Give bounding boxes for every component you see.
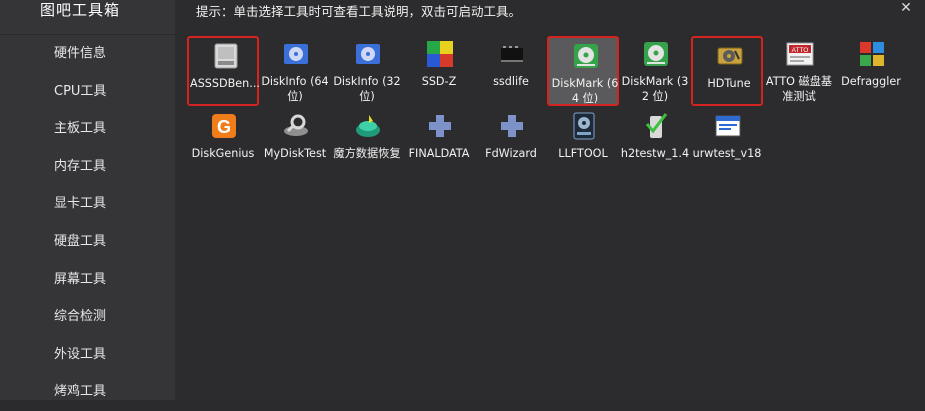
tool-label: 魔方数据恢复 <box>333 147 401 160</box>
sidebar-nav: 硬件信息 CPU工具 主板工具 内存工具 显卡工具 硬盘工具 屏幕工具 综合检测… <box>0 36 175 411</box>
tool-assdbench[interactable]: ASSSDBen... <box>187 36 260 106</box>
tool-ssdlife[interactable]: ssdlife <box>475 36 547 106</box>
puzzle-icon <box>425 111 455 141</box>
app-title: 图吧工具箱 <box>40 1 121 19</box>
sidebar-item-overall-test[interactable]: 综合检测 <box>0 298 175 336</box>
sidebar-item-peripheral-tools[interactable]: 外设工具 <box>0 336 175 374</box>
window-icon <box>713 111 743 141</box>
tool-label: MyDiskTest <box>263 147 327 160</box>
sidebar-item-screen-tools[interactable]: 屏幕工具 <box>0 261 175 299</box>
tool-fdwizard[interactable]: FdWizard <box>475 108 547 178</box>
atto-icon: ATTO <box>785 39 815 69</box>
drive-icon <box>211 41 241 71</box>
tool-label: FINALDATA <box>408 147 470 160</box>
tool-label: DiskInfo (64 位) <box>261 75 329 103</box>
tool-label: ssdlife <box>493 75 529 88</box>
tool-label: Defraggler <box>841 75 901 88</box>
diskinfo-icon <box>353 39 383 69</box>
tool-diskmark-64[interactable]: DiskMark (64 位) <box>547 36 619 106</box>
sidebar-item-hardware-info[interactable]: 硬件信息 <box>0 35 175 73</box>
tool-label: h2testw_1.4 <box>620 147 690 160</box>
check-icon <box>641 111 671 141</box>
puzzle-icon <box>497 111 527 141</box>
recovery-icon <box>353 111 383 141</box>
sidebar-item-stress-tools[interactable]: 烤鸡工具 <box>0 373 175 411</box>
tool-label: DiskMark (64 位) <box>551 77 619 105</box>
tool-label: ATTO 磁盘基准测试 <box>765 75 833 103</box>
tool-label: DiskGenius <box>191 147 255 160</box>
tool-mydisktest[interactable]: MyDiskTest <box>259 108 331 178</box>
tool-label: urwtest_v18 <box>692 147 762 160</box>
diskinfo-icon <box>281 39 311 69</box>
svg-text:ATTO: ATTO <box>792 47 809 54</box>
defrag-icon <box>857 39 887 69</box>
sidebar-item-disk-tools[interactable]: 硬盘工具 <box>0 223 175 261</box>
tool-atto[interactable]: ATTO ATTO 磁盘基准测试 <box>763 36 835 106</box>
sidebar: 图吧工具箱 硬件信息 CPU工具 主板工具 内存工具 显卡工具 硬盘工具 屏幕工… <box>0 0 175 400</box>
tool-diskinfo-32[interactable]: DiskInfo (32 位) <box>331 36 403 106</box>
tool-label: ASSSDBen... <box>190 77 260 90</box>
magnifier-icon <box>281 111 311 141</box>
diskgenius-icon: G <box>209 111 239 141</box>
tool-diskinfo-64[interactable]: DiskInfo (64 位) <box>259 36 331 106</box>
sidebar-item-gpu-tools[interactable]: 显卡工具 <box>0 185 175 223</box>
tool-defraggler[interactable]: Defraggler <box>835 36 907 106</box>
hint-text: 提示：单击选择工具时可查看工具说明，双击可启动工具。 <box>196 4 522 19</box>
tool-finaldata[interactable]: FINALDATA <box>403 108 475 178</box>
tool-diskgenius[interactable]: G DiskGenius <box>187 108 259 178</box>
tool-label: LLFTOOL <box>558 147 608 160</box>
hdd-icon <box>715 41 745 71</box>
diskmark-icon <box>571 41 601 71</box>
tool-diskmark-32[interactable]: DiskMark (32 位) <box>619 36 691 106</box>
sidebar-item-motherboard-tools[interactable]: 主板工具 <box>0 110 175 148</box>
ssdz-icon <box>425 39 455 69</box>
close-icon[interactable]: ✕ <box>897 1 915 19</box>
tool-h2testw[interactable]: h2testw_1.4 <box>619 108 691 178</box>
svg-text:G: G <box>217 117 231 137</box>
main-panel: 提示：单击选择工具时可查看工具说明，双击可启动工具。 ✕ ASSSDBen...… <box>175 0 925 400</box>
diskmark-icon <box>641 39 671 69</box>
tool-urwtest[interactable]: urwtest_v18 <box>691 108 763 178</box>
llf-icon <box>569 111 599 141</box>
tool-ssd-z[interactable]: SSD-Z <box>403 36 475 106</box>
tool-label: HDTune <box>707 77 751 90</box>
tool-label: SSD-Z <box>421 75 457 88</box>
tool-label: FdWizard <box>485 147 537 160</box>
chip-icon <box>497 39 527 69</box>
tool-hdtune[interactable]: HDTune <box>691 36 763 106</box>
sidebar-item-cpu-tools[interactable]: CPU工具 <box>0 73 175 111</box>
sidebar-item-memory-tools[interactable]: 内存工具 <box>0 148 175 186</box>
tool-llftool[interactable]: LLFTOOL <box>547 108 619 178</box>
tool-mofang-recovery[interactable]: 魔方数据恢复 <box>331 108 403 178</box>
tool-label: DiskMark (32 位) <box>621 75 689 103</box>
tool-label: DiskInfo (32 位) <box>333 75 401 103</box>
